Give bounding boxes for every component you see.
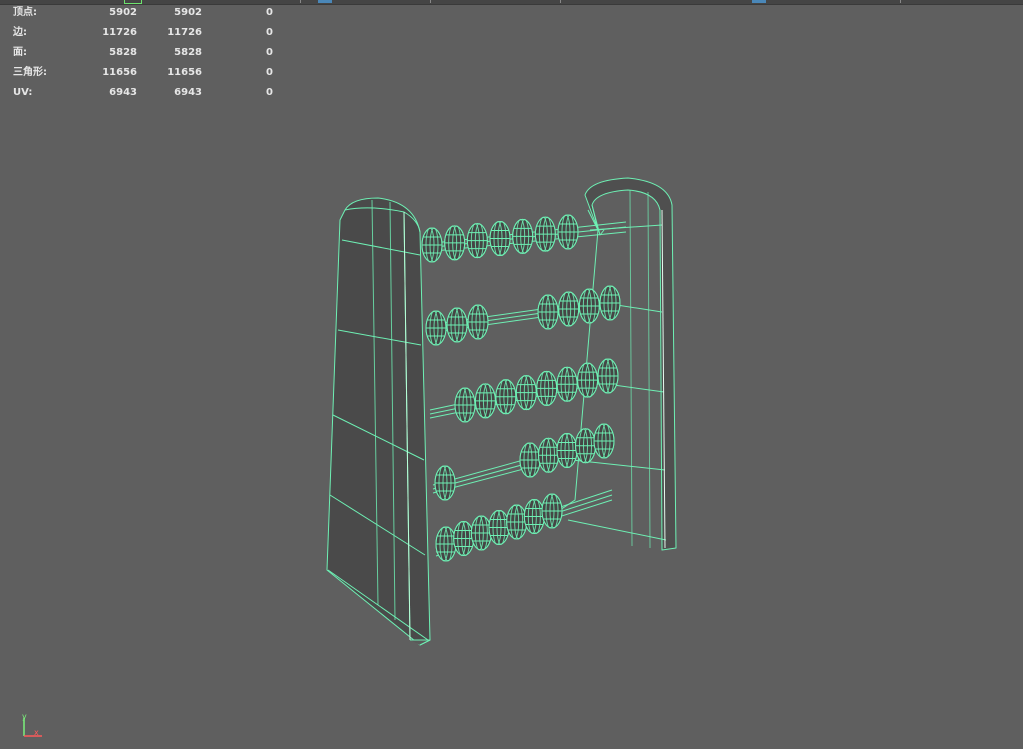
abacus-bead[interactable] xyxy=(599,285,621,321)
abacus-bead[interactable] xyxy=(541,493,563,529)
abacus-bead[interactable] xyxy=(556,366,578,402)
abacus-bead[interactable] xyxy=(512,218,534,254)
abacus-bead[interactable] xyxy=(466,223,488,259)
abacus-bead[interactable] xyxy=(489,221,511,256)
abacus-bead[interactable] xyxy=(467,304,489,340)
abacus-bead[interactable] xyxy=(446,307,468,343)
abacus-bead[interactable] xyxy=(474,383,496,419)
3d-viewport[interactable] xyxy=(0,0,1023,749)
abacus-bead[interactable] xyxy=(421,227,443,263)
abacus-bead[interactable] xyxy=(558,291,580,327)
abacus-bead[interactable] xyxy=(538,437,559,473)
abacus-bead[interactable] xyxy=(435,526,457,562)
abacus-bead[interactable] xyxy=(523,499,545,534)
view-axis-indicator: y x xyxy=(18,712,46,740)
axis-x-label: x xyxy=(34,728,39,737)
abacus-bead[interactable] xyxy=(557,214,579,250)
abacus-bead[interactable] xyxy=(453,521,475,556)
abacus-bead[interactable] xyxy=(444,225,466,261)
abacus-bead[interactable] xyxy=(425,310,447,346)
abacus-bead[interactable] xyxy=(454,387,476,423)
abacus-bead[interactable] xyxy=(488,510,510,545)
left-pillar[interactable] xyxy=(326,197,431,646)
abacus-bead[interactable] xyxy=(575,428,596,464)
abacus-bead[interactable] xyxy=(537,294,559,330)
axis-y-label: y xyxy=(22,712,27,721)
abacus-bead[interactable] xyxy=(597,358,619,394)
abacus-bead[interactable] xyxy=(536,370,558,406)
abacus-bead[interactable] xyxy=(515,375,537,411)
abacus-model[interactable] xyxy=(326,177,677,646)
abacus-bead[interactable] xyxy=(578,288,600,324)
abacus-bead[interactable] xyxy=(556,433,578,468)
abacus-bead[interactable] xyxy=(577,362,599,398)
abacus-bead[interactable] xyxy=(470,515,492,551)
abacus-bead[interactable] xyxy=(506,504,528,540)
abacus-bead[interactable] xyxy=(434,465,456,501)
abacus-bead[interactable] xyxy=(534,216,556,252)
abacus-bead[interactable] xyxy=(495,379,517,415)
abacus-bead[interactable] xyxy=(593,423,615,459)
bead-group[interactable] xyxy=(421,214,621,562)
abacus-bead[interactable] xyxy=(519,442,541,478)
